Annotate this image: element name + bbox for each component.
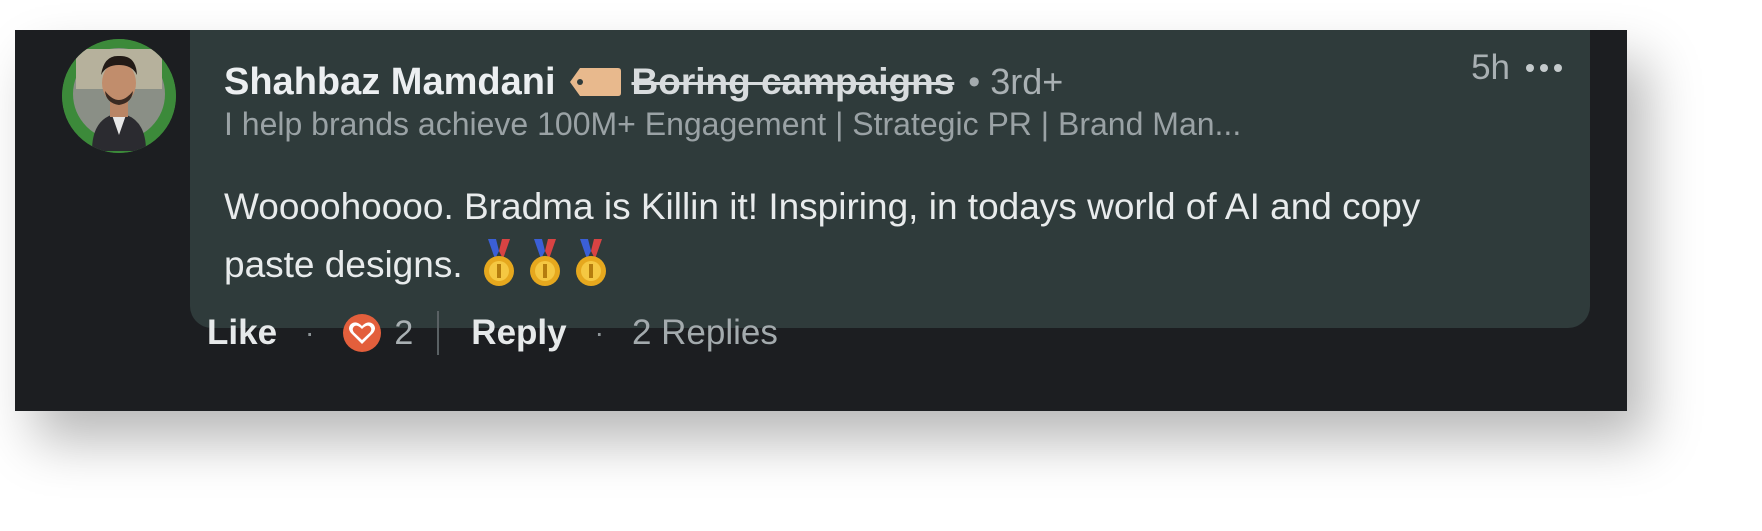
comment-bubble: Shahbaz Mamdani Boring campaigns • 3rd+ … — [190, 30, 1590, 328]
replies-link[interactable]: 2 Replies — [632, 313, 778, 353]
comment-body: Woooohoooo. Bradma is Killin it! Inspiri… — [224, 186, 1421, 285]
first-place-medal-icon — [575, 239, 606, 286]
author-name[interactable]: Shahbaz Mamdani — [224, 61, 556, 104]
first-place-medal-icon — [529, 239, 560, 286]
action-divider — [437, 311, 440, 355]
strikethrough-label: Boring campaigns — [631, 61, 955, 102]
connection-degree: 3rd+ — [990, 61, 1064, 102]
first-place-medal-icon — [483, 239, 514, 286]
author-avatar[interactable] — [62, 39, 176, 153]
separator-dot: • — [968, 62, 981, 101]
comment-actions: Like · 2 Reply · 2 Replies — [207, 308, 778, 358]
comment-text: Woooohoooo. Bradma is Killin it! Inspiri… — [224, 178, 1514, 294]
label-tag-icon — [569, 68, 621, 96]
action-separator: · — [594, 317, 604, 348]
more-options-icon[interactable] — [1524, 58, 1564, 78]
action-separator: · — [305, 317, 315, 348]
avatar-photo — [62, 39, 176, 153]
reaction-count[interactable]: 2 — [394, 314, 413, 353]
like-button[interactable]: Like — [207, 313, 277, 353]
reply-button[interactable]: Reply — [471, 313, 566, 353]
comment-timestamp: 5h — [1471, 48, 1510, 87]
love-reaction-icon[interactable] — [342, 313, 382, 353]
author-headline: I help brands achieve 100M+ Engagement |… — [224, 106, 1242, 142]
author-row: Shahbaz Mamdani Boring campaigns • 3rd+ — [224, 52, 1063, 112]
